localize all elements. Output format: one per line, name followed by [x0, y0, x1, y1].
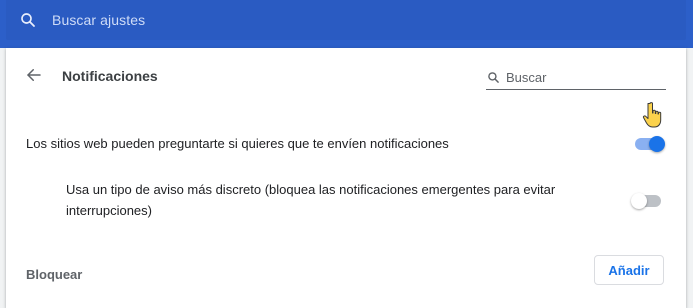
hand-pointer-icon — [640, 101, 664, 129]
toggle-knob — [649, 136, 665, 152]
arrow-back-icon — [25, 66, 43, 89]
search-icon — [486, 71, 500, 85]
block-section-label: Bloquear — [26, 267, 83, 282]
subpage-search-placeholder: Buscar — [506, 70, 547, 85]
toggle-knob — [631, 193, 647, 209]
settings-search-placeholder: Buscar ajustes — [52, 12, 146, 28]
ask-permission-toggle[interactable] — [633, 134, 665, 154]
top-toolbar: Buscar ajustes — [0, 0, 693, 48]
page-title: Notificaciones — [62, 68, 158, 84]
quieter-prompts-toggle[interactable] — [631, 191, 663, 211]
subpage-search-input[interactable]: Buscar — [486, 66, 666, 90]
back-button[interactable] — [22, 65, 46, 89]
quieter-prompts-label-line1: Usa un tipo de aviso más discreto (bloqu… — [66, 182, 556, 197]
search-icon — [18, 10, 38, 30]
notifications-settings-card: Notificaciones Buscar Los sitios web pue… — [6, 48, 686, 308]
add-block-site-button[interactable]: Añadir — [594, 255, 664, 285]
subpage-header: Notificaciones Buscar — [6, 48, 686, 106]
settings-search-field[interactable]: Buscar ajustes — [6, 0, 686, 40]
quieter-prompts-label-line2: interrupciones) — [66, 203, 152, 218]
ask-permission-label: Los sitios web pueden preguntarte si qui… — [26, 136, 449, 151]
